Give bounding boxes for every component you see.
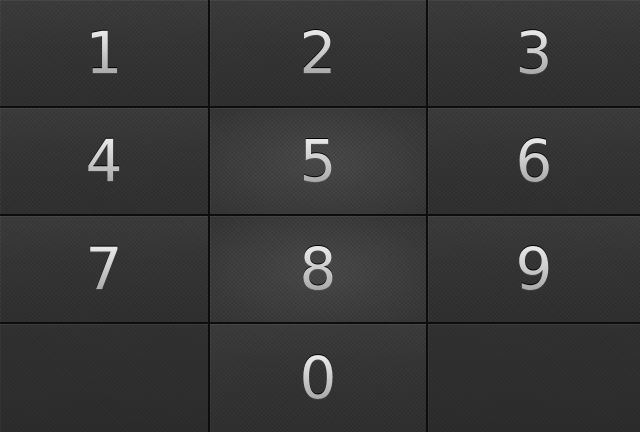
blank-key-left	[0, 324, 210, 432]
key-7-label: 7	[85, 235, 123, 303]
key-6-label: 6	[515, 127, 553, 195]
key-8-label: 8	[299, 235, 337, 303]
blank-key-right	[428, 324, 640, 432]
key-2-label: 2	[299, 19, 337, 87]
key-0[interactable]: 0	[210, 324, 428, 432]
key-1-label: 1	[85, 19, 123, 87]
key-4-label: 4	[85, 127, 123, 195]
key-8[interactable]: 8	[210, 216, 428, 324]
key-1[interactable]: 1	[0, 0, 210, 108]
key-0-label: 0	[299, 344, 337, 412]
key-7[interactable]: 7	[0, 216, 210, 324]
key-5[interactable]: 5	[210, 108, 428, 216]
key-2[interactable]: 2	[210, 0, 428, 108]
key-3-label: 3	[515, 19, 553, 87]
numeric-keypad: 1 2 3 4 5 6 7 8 9 0	[0, 0, 640, 432]
key-9-label: 9	[515, 235, 553, 303]
key-6[interactable]: 6	[428, 108, 640, 216]
key-5-label: 5	[299, 127, 337, 195]
key-3[interactable]: 3	[428, 0, 640, 108]
key-9[interactable]: 9	[428, 216, 640, 324]
key-4[interactable]: 4	[0, 108, 210, 216]
